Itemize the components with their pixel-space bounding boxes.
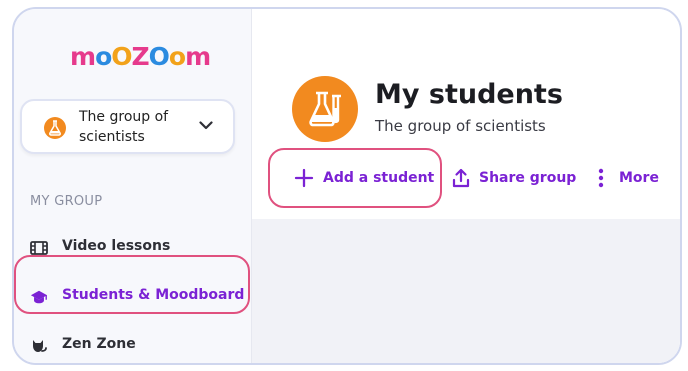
add-student-highlight (268, 148, 442, 208)
more-vertical-icon (598, 168, 604, 188)
logo-letter: o (95, 42, 112, 71)
students-list-area (252, 219, 680, 363)
moozoom-logo[interactable]: moOZOom (70, 42, 211, 72)
share-group-label: Share group (479, 170, 577, 186)
group-avatar (44, 117, 66, 139)
logo-letter: O (148, 42, 170, 71)
page-title: My students (375, 79, 563, 110)
logo-letter: O (111, 42, 132, 71)
cat-icon (33, 340, 47, 352)
logo-letter: m (185, 42, 211, 71)
group-name: The group of scientists (79, 109, 169, 145)
logo-letter: o (168, 42, 186, 71)
share-group-button[interactable]: Share group (452, 164, 576, 192)
flask-icon (49, 120, 61, 136)
more-menu-button[interactable]: More (598, 164, 659, 192)
app-window: moOZOom The group of scientists MY GROUP… (12, 7, 682, 365)
group-avatar-large (292, 76, 358, 142)
flask-icon (309, 91, 341, 127)
section-label: MY GROUP (30, 194, 103, 209)
page-subtitle: The group of scientists (375, 117, 546, 135)
more-label: More (619, 170, 659, 186)
logo-letter: m (70, 42, 96, 71)
main-content: My students The group of scientists Add … (252, 9, 680, 363)
sidebar-item-zen-zone[interactable]: Zen Zone (14, 326, 251, 363)
group-selector[interactable]: The group of scientists (20, 99, 235, 154)
sidebar-item-label: Video lessons (62, 238, 171, 254)
students-nav-highlight (14, 255, 250, 314)
logo-letter: Z (131, 42, 150, 71)
chevron-down-icon[interactable] (199, 121, 213, 130)
sidebar-item-label: Zen Zone (62, 336, 136, 352)
upload-share-icon (452, 168, 470, 188)
